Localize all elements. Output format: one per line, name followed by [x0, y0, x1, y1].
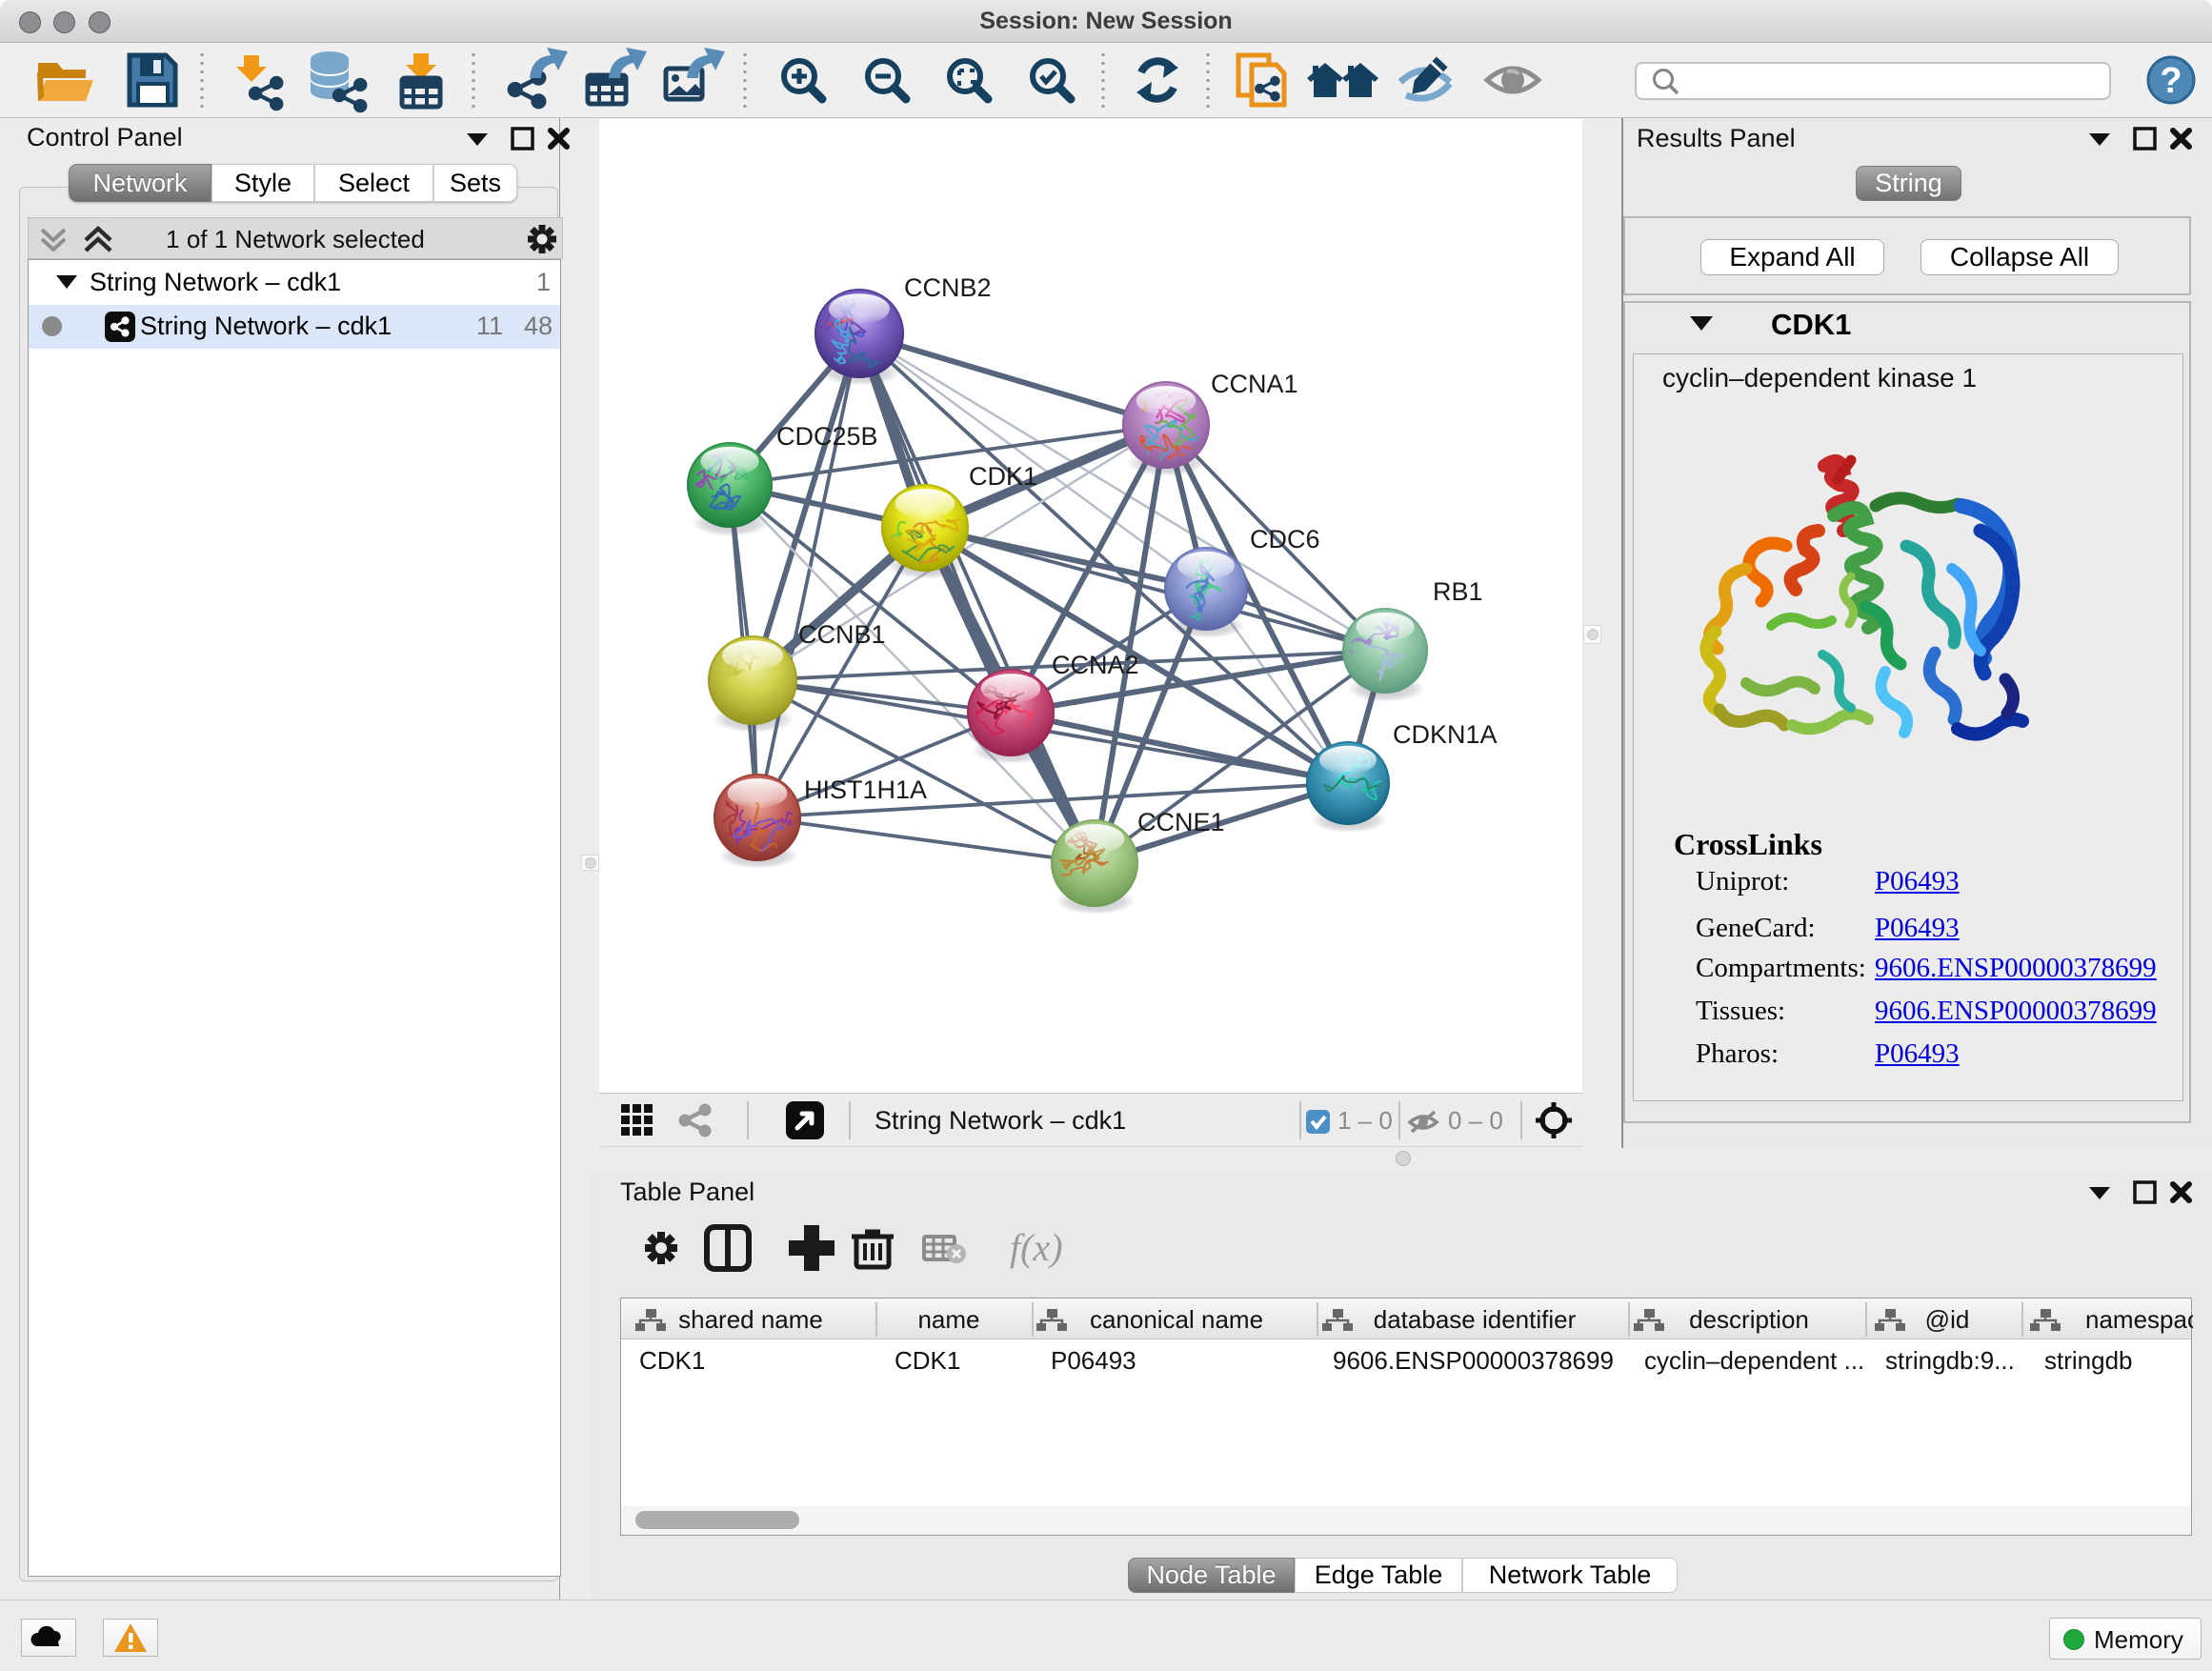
svg-text:cyclin–dependent ...: cyclin–dependent ... — [1644, 1346, 1864, 1375]
svg-text:9606.ENSP00000378699: 9606.ENSP00000378699 — [1333, 1346, 1614, 1375]
svg-text:CDK1: CDK1 — [639, 1346, 705, 1375]
svg-text:CDC6: CDC6 — [1250, 525, 1320, 554]
svg-text:P06493: P06493 — [1051, 1346, 1136, 1375]
svg-text:CCNE1: CCNE1 — [1137, 808, 1225, 836]
svg-text:HIST1H1A: HIST1H1A — [804, 775, 927, 804]
svg-text:?: ? — [2160, 61, 2182, 101]
svg-text:CCNA2: CCNA2 — [1052, 651, 1139, 679]
svg-text:stringdb:9...: stringdb:9... — [1885, 1346, 2015, 1375]
svg-text:shared name: shared name — [678, 1305, 823, 1334]
svg-text:namespace: namespace — [2085, 1305, 2193, 1334]
svg-text:@id: @id — [1925, 1305, 1970, 1334]
svg-text:CCNB2: CCNB2 — [904, 273, 992, 302]
svg-text:CDK1: CDK1 — [895, 1346, 960, 1375]
svg-text:1 – 0: 1 – 0 — [1337, 1106, 1393, 1135]
svg-text:CDKN1A: CDKN1A — [1393, 720, 1498, 749]
svg-text:canonical name: canonical name — [1090, 1305, 1263, 1334]
svg-text:RB1: RB1 — [1433, 577, 1483, 606]
svg-text:database identifier: database identifier — [1374, 1305, 1577, 1334]
svg-text:CCNB1: CCNB1 — [798, 620, 886, 649]
svg-text:CDK1: CDK1 — [969, 462, 1037, 491]
svg-text:0 – 0: 0 – 0 — [1448, 1106, 1503, 1135]
svg-text:description: description — [1689, 1305, 1809, 1334]
svg-text:CCNA1: CCNA1 — [1211, 370, 1298, 398]
svg-text:String Network – cdk1: String Network – cdk1 — [875, 1106, 1126, 1135]
svg-text:name: name — [917, 1305, 979, 1334]
svg-text:CDC25B: CDC25B — [776, 422, 878, 451]
svg-text:stringdb: stringdb — [2044, 1346, 2133, 1375]
svg-text:f(x): f(x) — [1010, 1226, 1063, 1269]
